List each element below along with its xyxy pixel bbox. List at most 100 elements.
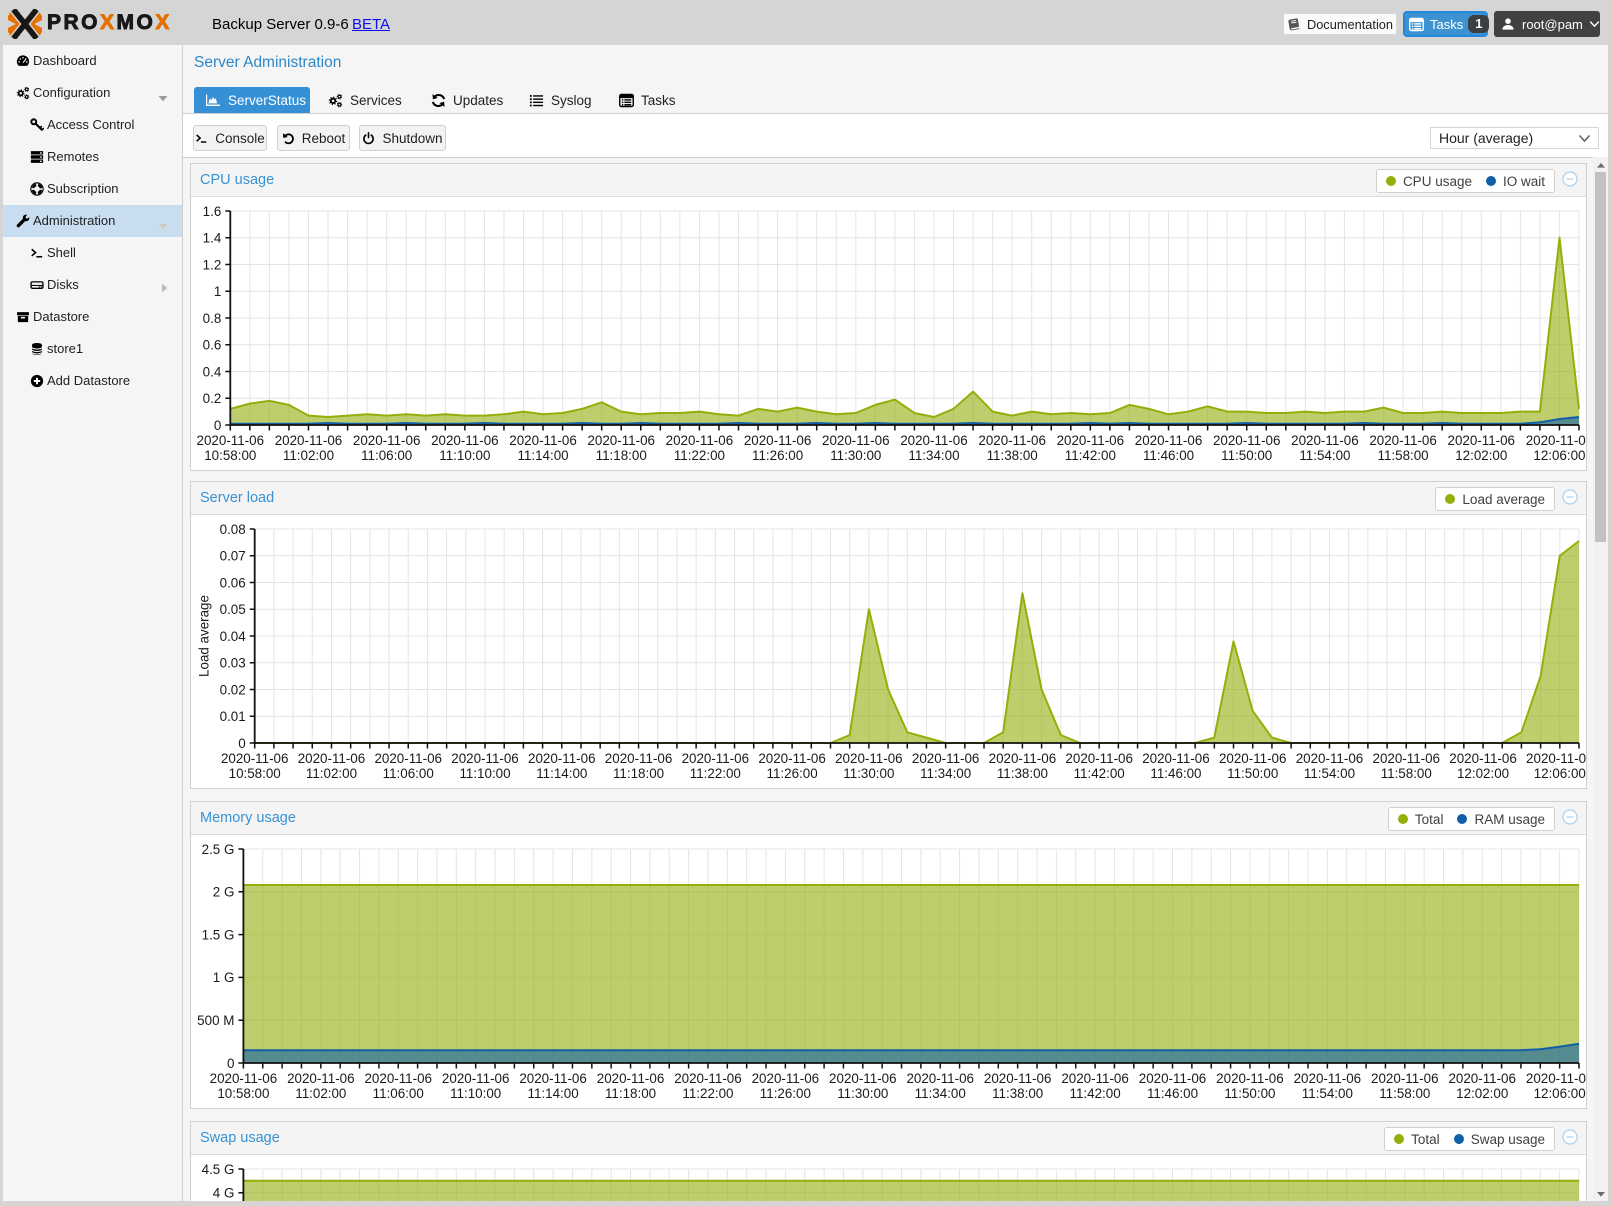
- svg-text:11:54:00: 11:54:00: [1302, 1086, 1353, 1101]
- svg-text:2020-11-06: 2020-11-06: [210, 1071, 278, 1086]
- svg-text:2020-11-06: 2020-11-06: [597, 1071, 665, 1086]
- svg-text:0.06: 0.06: [220, 575, 246, 590]
- svg-text:500 M: 500 M: [197, 1013, 234, 1028]
- svg-text:2020-11-06: 2020-11-06: [989, 751, 1057, 766]
- svg-text:0.02: 0.02: [220, 682, 246, 697]
- svg-text:4.5 G: 4.5 G: [202, 1162, 235, 1177]
- svg-text:11:58:00: 11:58:00: [1378, 448, 1429, 463]
- svg-text:11:10:00: 11:10:00: [459, 766, 510, 781]
- svg-text:2020-11-06: 2020-11-06: [1142, 751, 1210, 766]
- svg-text:1.2: 1.2: [203, 257, 222, 272]
- svg-text:2020-11-06: 2020-11-06: [1449, 751, 1517, 766]
- svg-text:2020-11-06: 2020-11-06: [1526, 433, 1586, 448]
- svg-text:11:38:00: 11:38:00: [987, 448, 1038, 463]
- svg-text:11:26:00: 11:26:00: [752, 448, 803, 463]
- svg-text:11:06:00: 11:06:00: [373, 1086, 424, 1101]
- svg-text:11:30:00: 11:30:00: [843, 766, 894, 781]
- svg-text:12:02:00: 12:02:00: [1455, 448, 1507, 463]
- svg-text:2020-11-06: 2020-11-06: [1448, 1071, 1516, 1086]
- svg-text:0.6: 0.6: [203, 338, 222, 353]
- svg-text:2.5 G: 2.5 G: [202, 842, 235, 857]
- svg-text:11:26:00: 11:26:00: [767, 766, 818, 781]
- svg-text:1: 1: [214, 284, 221, 299]
- svg-text:4 G: 4 G: [213, 1186, 235, 1201]
- svg-text:2020-11-06: 2020-11-06: [1373, 751, 1441, 766]
- svg-text:11:38:00: 11:38:00: [997, 766, 1048, 781]
- svg-text:2020-11-06: 2020-11-06: [978, 433, 1046, 448]
- svg-text:0.04: 0.04: [220, 629, 247, 644]
- svg-text:11:18:00: 11:18:00: [613, 766, 664, 781]
- svg-text:0.05: 0.05: [220, 602, 246, 617]
- svg-text:2020-11-06: 2020-11-06: [906, 1071, 974, 1086]
- svg-text:2020-11-06: 2020-11-06: [912, 751, 980, 766]
- svg-text:2020-11-06: 2020-11-06: [451, 751, 519, 766]
- svg-text:0.08: 0.08: [220, 522, 246, 537]
- svg-text:0.8: 0.8: [203, 311, 222, 326]
- svg-text:1.6: 1.6: [203, 204, 222, 219]
- svg-text:12:06:00: 12:06:00: [1534, 1086, 1586, 1101]
- svg-text:2020-11-06: 2020-11-06: [275, 433, 343, 448]
- svg-text:2020-11-06: 2020-11-06: [364, 1071, 432, 1086]
- svg-text:11:14:00: 11:14:00: [536, 766, 587, 781]
- svg-text:2020-11-06: 2020-11-06: [1213, 433, 1281, 448]
- svg-text:0: 0: [227, 1056, 234, 1071]
- svg-text:11:50:00: 11:50:00: [1224, 1086, 1275, 1101]
- svg-text:2020-11-06: 2020-11-06: [1294, 1071, 1362, 1086]
- svg-text:11:38:00: 11:38:00: [992, 1086, 1043, 1101]
- svg-text:2020-11-06: 2020-11-06: [353, 433, 421, 448]
- svg-text:2020-11-06: 2020-11-06: [752, 1071, 820, 1086]
- svg-text:11:54:00: 11:54:00: [1304, 766, 1355, 781]
- svg-text:2020-11-06: 2020-11-06: [1526, 1071, 1586, 1086]
- svg-text:12:06:00: 12:06:00: [1534, 766, 1586, 781]
- svg-text:2020-11-06: 2020-11-06: [1448, 433, 1516, 448]
- svg-text:2020-11-06: 2020-11-06: [984, 1071, 1052, 1086]
- svg-text:2020-11-06: 2020-11-06: [758, 751, 826, 766]
- svg-text:11:50:00: 11:50:00: [1227, 766, 1278, 781]
- svg-text:1.5 G: 1.5 G: [202, 927, 235, 942]
- svg-text:11:30:00: 11:30:00: [837, 1086, 888, 1101]
- svg-text:2020-11-06: 2020-11-06: [519, 1071, 587, 1086]
- svg-text:2020-11-06: 2020-11-06: [1526, 751, 1586, 766]
- svg-text:11:54:00: 11:54:00: [1299, 448, 1350, 463]
- svg-text:12:02:00: 12:02:00: [1456, 1086, 1508, 1101]
- svg-text:2020-11-06: 2020-11-06: [835, 751, 903, 766]
- svg-text:2020-11-06: 2020-11-06: [587, 433, 655, 448]
- svg-text:11:22:00: 11:22:00: [682, 1086, 733, 1101]
- svg-text:2020-11-06: 2020-11-06: [287, 1071, 355, 1086]
- svg-text:2020-11-06: 2020-11-06: [298, 751, 366, 766]
- svg-text:2020-11-06: 2020-11-06: [509, 433, 577, 448]
- svg-text:11:42:00: 11:42:00: [1074, 766, 1125, 781]
- svg-text:2020-11-06: 2020-11-06: [221, 751, 289, 766]
- svg-text:0: 0: [238, 736, 245, 751]
- svg-text:0.4: 0.4: [203, 364, 222, 379]
- svg-text:11:02:00: 11:02:00: [306, 766, 357, 781]
- svg-text:2020-11-06: 2020-11-06: [528, 751, 596, 766]
- svg-text:2020-11-06: 2020-11-06: [1216, 1071, 1284, 1086]
- svg-text:11:46:00: 11:46:00: [1143, 448, 1194, 463]
- svg-text:2020-11-06: 2020-11-06: [829, 1071, 897, 1086]
- svg-text:11:42:00: 11:42:00: [1070, 1086, 1121, 1101]
- svg-text:2020-11-06: 2020-11-06: [1057, 433, 1125, 448]
- svg-text:2020-11-06: 2020-11-06: [1139, 1071, 1207, 1086]
- svg-text:1 G: 1 G: [213, 970, 235, 985]
- svg-text:0.03: 0.03: [220, 656, 246, 671]
- svg-text:0: 0: [214, 418, 221, 433]
- svg-text:11:58:00: 11:58:00: [1379, 1086, 1430, 1101]
- svg-text:2020-11-06: 2020-11-06: [674, 1071, 742, 1086]
- svg-text:10:58:00: 10:58:00: [204, 448, 256, 463]
- svg-text:2020-11-06: 2020-11-06: [1291, 433, 1359, 448]
- svg-text:11:46:00: 11:46:00: [1147, 1086, 1198, 1101]
- svg-text:2020-11-06: 2020-11-06: [1371, 1071, 1439, 1086]
- svg-text:2020-11-06: 2020-11-06: [1296, 751, 1364, 766]
- svg-text:11:34:00: 11:34:00: [908, 448, 959, 463]
- svg-text:2020-11-06: 2020-11-06: [1135, 433, 1203, 448]
- svg-text:0.01: 0.01: [220, 709, 246, 724]
- svg-text:11:18:00: 11:18:00: [605, 1086, 656, 1101]
- svg-text:0.07: 0.07: [220, 549, 246, 564]
- svg-text:11:50:00: 11:50:00: [1221, 448, 1272, 463]
- svg-text:2020-11-06: 2020-11-06: [1219, 751, 1287, 766]
- svg-text:11:42:00: 11:42:00: [1065, 448, 1116, 463]
- svg-text:11:14:00: 11:14:00: [528, 1086, 579, 1101]
- svg-text:11:34:00: 11:34:00: [920, 766, 971, 781]
- svg-text:Load average: Load average: [197, 595, 212, 677]
